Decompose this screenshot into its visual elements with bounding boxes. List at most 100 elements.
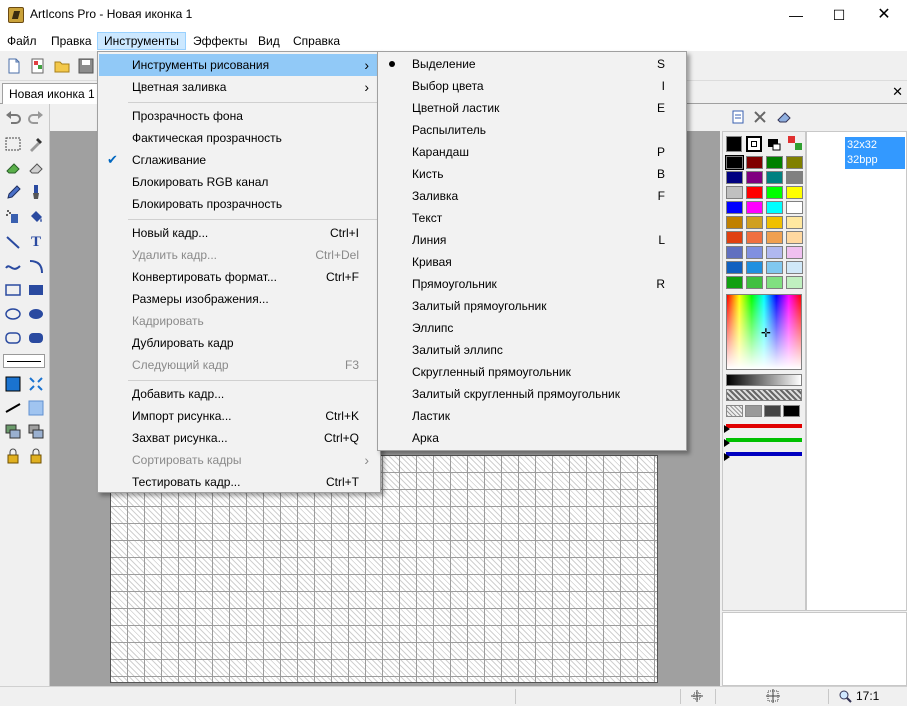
palette-swatch[interactable] — [766, 156, 783, 169]
lock-rgb-icon[interactable] — [3, 446, 23, 466]
palette-swatch[interactable] — [786, 171, 803, 184]
tools-menu-item[interactable]: Блокировать RGB канал — [99, 171, 379, 193]
menu-edit[interactable]: Правка — [45, 32, 98, 50]
drawing-tool-item[interactable]: Текст — [379, 207, 685, 229]
tools-menu-item[interactable]: Размеры изображения... — [99, 288, 379, 310]
pencil-icon[interactable] — [3, 182, 23, 202]
palette-swatch[interactable] — [726, 216, 743, 229]
ellipse-icon[interactable] — [3, 304, 23, 324]
layers-icon[interactable] — [3, 422, 23, 442]
menu-file[interactable]: Файл — [1, 32, 43, 50]
green-channel-slider[interactable] — [726, 438, 802, 442]
tools-menu-item[interactable]: Инструменты рисования › — [99, 54, 379, 76]
drawing-tool-item[interactable]: Залитый эллипс — [379, 339, 685, 361]
palette-swatch[interactable] — [786, 246, 803, 259]
palette-swatch[interactable] — [766, 231, 783, 244]
menu-tools[interactable]: Инструменты — [97, 32, 186, 50]
lock-transparency-icon[interactable] — [26, 446, 46, 466]
tools-menu-item[interactable]: Прозрачность фона — [99, 105, 379, 127]
redo-icon[interactable] — [26, 108, 46, 128]
drawing-tool-item[interactable]: Прямоугольник R — [379, 273, 685, 295]
tools-menu-item[interactable]: Блокировать прозрачность — [99, 193, 379, 215]
rounded-rectangle-icon[interactable] — [3, 328, 23, 348]
palette-swatch[interactable] — [726, 171, 743, 184]
palette-swatch[interactable] — [786, 261, 803, 274]
alpha-swatch[interactable] — [764, 405, 781, 417]
color-picker-icon[interactable] — [26, 134, 46, 154]
tools-menu-item[interactable]: Фактическая прозрачность — [99, 127, 379, 149]
drawing-tool-item[interactable]: Линия L — [379, 229, 685, 251]
palette-swatch[interactable] — [786, 276, 803, 289]
filled-rounded-rectangle-icon[interactable] — [26, 328, 46, 348]
menu-view[interactable]: Вид — [252, 32, 286, 50]
pen-size-icon[interactable] — [3, 398, 23, 418]
red-channel-slider[interactable] — [726, 424, 802, 428]
tools-menu-item[interactable]: Импорт рисунка... Ctrl+K — [99, 405, 379, 427]
color-spectrum-picker[interactable]: ✛ — [726, 294, 802, 370]
tools-menu-item[interactable]: Новый кадр... Ctrl+I — [99, 222, 379, 244]
text-icon[interactable]: T — [26, 232, 46, 252]
tab-document[interactable]: Новая иконка 1 — [2, 83, 102, 104]
menu-help[interactable]: Справка — [287, 32, 346, 50]
palette-swatch[interactable] — [766, 276, 783, 289]
palette-swatch[interactable] — [786, 186, 803, 199]
drawing-tool-item[interactable]: Кисть B — [379, 163, 685, 185]
drawing-tool-item[interactable]: Эллипс — [379, 317, 685, 339]
palette-swatch[interactable] — [726, 201, 743, 214]
grid-toggle-icon[interactable] — [26, 398, 46, 418]
drawing-tool-item[interactable]: Арка — [379, 427, 685, 449]
fill-icon[interactable] — [26, 206, 46, 226]
drawing-tool-item[interactable]: Скругленный прямоугольник — [379, 361, 685, 383]
layers-merge-icon[interactable] — [26, 422, 46, 442]
line-width-selector[interactable] — [3, 354, 45, 368]
rectangle-icon[interactable] — [3, 280, 23, 300]
palette-swatch[interactable] — [726, 246, 743, 259]
drawing-tool-item[interactable]: Распылитель — [379, 119, 685, 141]
tools-menu-item[interactable]: ✔ Сглаживание — [99, 149, 379, 171]
minimize-button[interactable]: — — [773, 0, 819, 30]
image-properties-icon[interactable] — [731, 110, 745, 127]
palette-swatch[interactable] — [726, 276, 743, 289]
frame-item[interactable]: 32x32 32bpp — [845, 137, 905, 169]
drawing-tool-item[interactable]: Ластик — [379, 405, 685, 427]
drawing-tool-item[interactable]: Заливка F — [379, 185, 685, 207]
palette-swatch[interactable] — [766, 216, 783, 229]
line-icon[interactable] — [3, 232, 23, 252]
selection-tool-icon[interactable] — [3, 134, 23, 154]
open-folder-icon[interactable] — [54, 58, 70, 74]
eraser-icon[interactable] — [26, 158, 46, 178]
drawing-tool-item[interactable]: Кривая — [379, 251, 685, 273]
palette-swatch[interactable] — [746, 201, 763, 214]
filled-rectangle-icon[interactable] — [26, 280, 46, 300]
palette-swatch[interactable] — [746, 261, 763, 274]
new-file-icon[interactable] — [6, 58, 22, 74]
palette-swatch[interactable] — [766, 261, 783, 274]
palette-swatch[interactable] — [746, 246, 763, 259]
screen-color-icon[interactable] — [767, 137, 781, 154]
swap-colors-icon[interactable] — [787, 135, 803, 154]
palette-swatch[interactable] — [725, 155, 744, 170]
new-project-icon[interactable] — [30, 58, 46, 74]
palette-swatch[interactable] — [786, 231, 803, 244]
palette-swatch[interactable] — [726, 186, 743, 199]
menu-effects[interactable]: Эффекты — [187, 32, 254, 50]
drawing-tool-item[interactable]: Выбор цвета I — [379, 75, 685, 97]
spray-icon[interactable] — [3, 206, 23, 226]
blue-channel-slider[interactable] — [726, 452, 802, 456]
maximize-button[interactable]: ☐ — [816, 0, 862, 30]
palette-swatch[interactable] — [726, 231, 743, 244]
brush-icon[interactable] — [26, 182, 46, 202]
tools-menu-item[interactable]: Захват рисунка... Ctrl+Q — [99, 427, 379, 449]
color-eraser-icon[interactable] — [3, 158, 23, 178]
close-button[interactable]: ✕ — [861, 0, 907, 30]
undo-icon[interactable] — [3, 108, 23, 128]
primary-color-swatch[interactable] — [726, 136, 742, 152]
palette-swatch[interactable] — [746, 186, 763, 199]
palette-swatch[interactable] — [766, 186, 783, 199]
tools-menu-item[interactable]: Дублировать кадр — [99, 332, 379, 354]
palette-swatch[interactable] — [746, 171, 763, 184]
transparency-slider[interactable] — [726, 389, 802, 401]
palette-swatch[interactable] — [786, 156, 803, 169]
drawing-tool-item[interactable]: Залитый скругленный прямоугольник — [379, 383, 685, 405]
palette-swatch[interactable] — [746, 156, 763, 169]
